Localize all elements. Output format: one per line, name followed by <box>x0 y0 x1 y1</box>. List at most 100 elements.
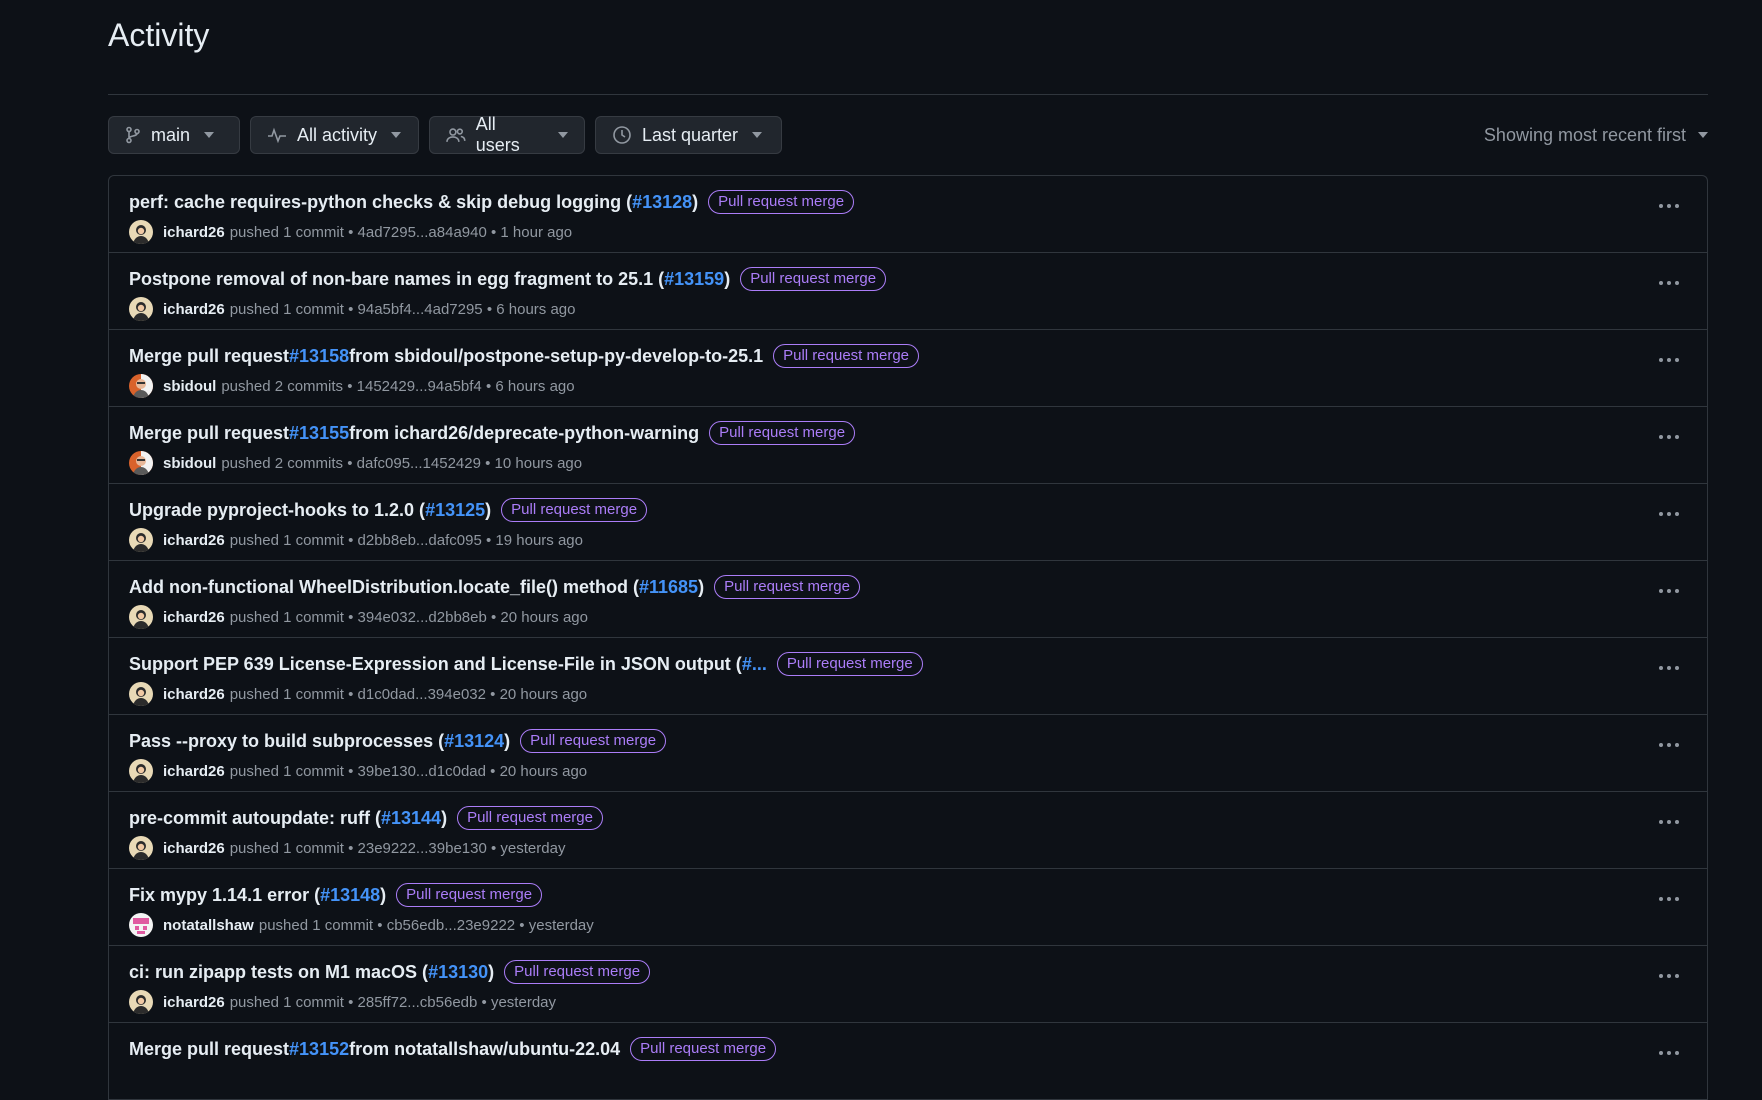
activity-title[interactable]: Support PEP 639 License-Expression and L… <box>129 650 1687 678</box>
commit-range-link[interactable]: dafc095...1452429 <box>357 455 481 472</box>
activity-title[interactable]: Merge pull request #13155 from ichard26/… <box>129 419 1687 447</box>
activity-title[interactable]: Upgrade pyproject-hooks to 1.2.0 (#13125… <box>129 496 1687 524</box>
author-link[interactable]: ichard26 <box>163 840 225 857</box>
activity-meta: ichard26 pushed 1 commit • 4ad7295...a84… <box>129 218 1687 246</box>
relative-time: 6 hours ago <box>496 300 576 318</box>
activity-title[interactable]: Merge pull request #13158 from sbidoul/p… <box>129 342 1687 370</box>
avatar[interactable] <box>129 913 153 937</box>
meta-separator: • <box>486 608 501 626</box>
kebab-horizontal-icon[interactable] <box>1659 974 1679 978</box>
kebab-horizontal-icon[interactable] <box>1659 358 1679 362</box>
activity-meta: ichard26 pushed 1 commit • d1c0dad...394… <box>129 680 1687 708</box>
kebab-horizontal-icon[interactable] <box>1659 435 1679 439</box>
activity-row: Merge pull request #13158 from sbidoul/p… <box>109 330 1707 407</box>
kebab-horizontal-icon[interactable] <box>1659 589 1679 593</box>
period-filter-button[interactable]: Last quarter <box>595 116 782 154</box>
git-branch-icon <box>126 126 140 144</box>
activity-meta: ichard26 pushed 1 commit • 94a5bf4...4ad… <box>129 295 1687 323</box>
meta-separator: • <box>515 916 529 934</box>
author-link[interactable]: sbidoul <box>163 455 216 472</box>
avatar[interactable] <box>129 451 153 475</box>
activity-row: Pass --proxy to build subprocesses (#131… <box>109 715 1707 792</box>
pull-request-link[interactable]: #13130 <box>428 962 488 983</box>
avatar[interactable] <box>129 220 153 244</box>
activity-title-suffix: ) <box>692 191 699 212</box>
commit-range-link[interactable]: d2bb8eb...dafc095 <box>358 532 482 549</box>
users-filter-button[interactable]: All users <box>429 114 585 155</box>
author-link[interactable]: notatallshaw <box>163 917 254 934</box>
kebab-horizontal-icon[interactable] <box>1659 281 1679 285</box>
author-link[interactable]: ichard26 <box>163 686 225 703</box>
meta-separator: • <box>343 377 357 395</box>
activity-title[interactable]: Pass --proxy to build subprocesses (#131… <box>129 727 1687 755</box>
pull-request-link[interactable]: #11685 <box>639 577 698 598</box>
commit-range-link[interactable]: 94a5bf4...4ad7295 <box>358 301 483 318</box>
activity-row: perf: cache requires-python checks & ski… <box>109 176 1707 253</box>
pull-request-link[interactable]: #13148 <box>320 885 380 906</box>
activity-meta: ichard26 pushed 1 commit • 285ff72...cb5… <box>129 988 1687 1016</box>
pull-request-link[interactable]: #13158 <box>289 346 349 367</box>
avatar[interactable] <box>129 374 153 398</box>
author-link[interactable]: ichard26 <box>163 609 225 626</box>
pull-request-link[interactable]: #... <box>742 654 767 675</box>
avatar[interactable] <box>129 990 153 1014</box>
activity-filter-button[interactable]: All activity <box>250 116 419 154</box>
pull-request-link[interactable]: #13125 <box>425 500 485 521</box>
pull-request-link[interactable]: #13144 <box>381 808 441 829</box>
activity-page: Activity main All activity All users Las… <box>108 0 1708 1100</box>
commit-range-link[interactable]: cb56edb...23e9222 <box>387 917 515 934</box>
pull-request-link[interactable]: #13128 <box>632 192 692 213</box>
kebab-horizontal-icon[interactable] <box>1659 897 1679 901</box>
chevron-down-icon <box>558 132 568 138</box>
relative-time: 20 hours ago <box>499 762 588 780</box>
push-summary: pushed 2 commits <box>221 377 344 395</box>
kebab-horizontal-icon[interactable] <box>1659 204 1679 208</box>
avatar[interactable] <box>129 682 153 706</box>
avatar[interactable] <box>129 297 153 321</box>
kebab-horizontal-icon[interactable] <box>1659 512 1679 516</box>
author-link[interactable]: sbidoul <box>163 378 216 395</box>
avatar[interactable] <box>129 759 153 783</box>
activity-title-suffix: ) <box>441 807 448 828</box>
chevron-down-icon <box>204 132 215 138</box>
commit-range-link[interactable]: 285ff72...cb56edb <box>358 994 478 1011</box>
commit-range-link[interactable]: 394e032...d2bb8eb <box>358 609 487 626</box>
sort-order-menu[interactable]: Showing most recent first <box>1484 125 1708 146</box>
kebab-horizontal-icon[interactable] <box>1659 743 1679 747</box>
avatar[interactable] <box>129 605 153 629</box>
commit-range-link[interactable]: 4ad7295...a84a940 <box>358 224 487 241</box>
avatar[interactable] <box>129 528 153 552</box>
branch-filter-button[interactable]: main <box>108 116 240 154</box>
activity-title[interactable]: Add non-functional WheelDistribution.loc… <box>129 573 1687 601</box>
pull-request-link[interactable]: #13155 <box>289 423 349 444</box>
commit-range-link[interactable]: 39be130...d1c0dad <box>358 763 486 780</box>
avatar[interactable] <box>129 836 153 860</box>
pull-request-link[interactable]: #13152 <box>289 1039 349 1060</box>
author-link[interactable]: ichard26 <box>163 763 225 780</box>
activity-filter-label: All activity <box>297 124 378 145</box>
activity-title[interactable]: Merge pull request #13152 from notatalls… <box>129 1035 1687 1063</box>
author-link[interactable]: ichard26 <box>163 532 225 549</box>
activity-title-suffix: ) <box>488 961 495 982</box>
activity-meta: ichard26 pushed 1 commit • 23e9222...39b… <box>129 834 1687 862</box>
commit-range-link[interactable]: 1452429...94a5bf4 <box>357 378 482 395</box>
author-link[interactable]: ichard26 <box>163 301 225 318</box>
activity-title[interactable]: Postpone removal of non-bare names in eg… <box>129 265 1687 293</box>
kebab-horizontal-icon[interactable] <box>1659 1051 1679 1055</box>
activity-title[interactable]: perf: cache requires-python checks & ski… <box>129 188 1687 216</box>
activity-title[interactable]: ci: run zipapp tests on M1 macOS (#13130… <box>129 958 1687 986</box>
author-link[interactable]: ichard26 <box>163 994 225 1011</box>
push-summary: pushed 1 commit <box>229 300 344 318</box>
commit-range-link[interactable]: 23e9222...39be130 <box>358 840 487 857</box>
activity-title[interactable]: pre-commit autoupdate: ruff (#13144) Pul… <box>129 804 1687 832</box>
author-link[interactable]: ichard26 <box>163 224 225 241</box>
title-divider <box>108 94 1708 95</box>
activity-title[interactable]: Fix mypy 1.14.1 error (#13148) Pull requ… <box>129 881 1687 909</box>
kebab-horizontal-icon[interactable] <box>1659 666 1679 670</box>
activity-title-suffix: ) <box>504 730 511 751</box>
commit-range-link[interactable]: d1c0dad...394e032 <box>358 686 486 703</box>
pull-request-link[interactable]: #13159 <box>664 269 724 290</box>
kebab-horizontal-icon[interactable] <box>1659 820 1679 824</box>
pull-request-link[interactable]: #13124 <box>444 731 504 752</box>
meta-separator: • <box>486 223 501 241</box>
